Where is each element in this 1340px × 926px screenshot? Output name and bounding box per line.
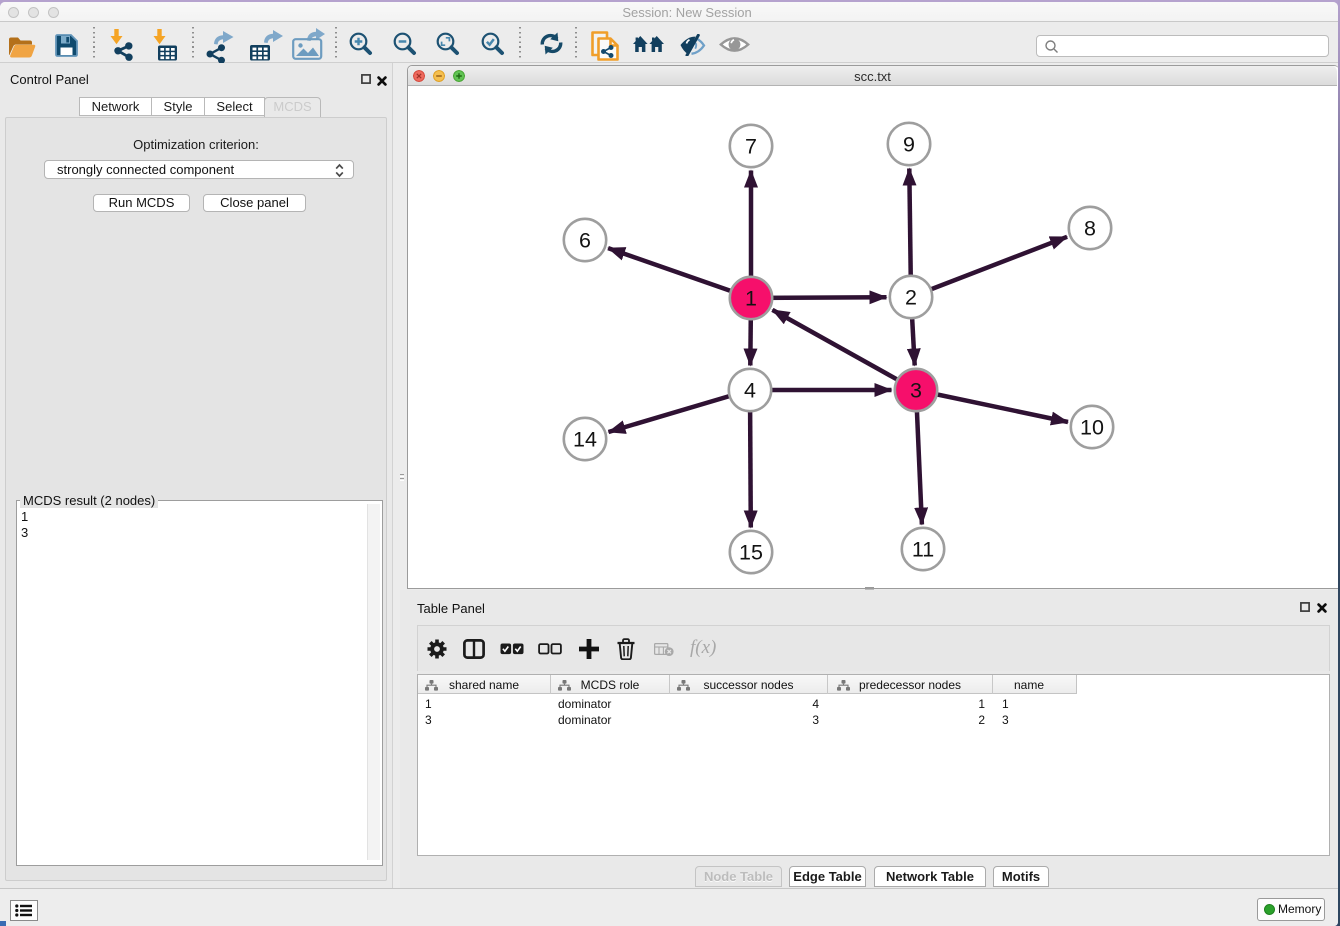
svg-text:9: 9 [903, 133, 915, 157]
svg-text:14: 14 [573, 428, 597, 452]
svg-text:4: 4 [744, 379, 756, 403]
svg-text:15: 15 [739, 541, 763, 565]
svg-text:6: 6 [579, 229, 591, 253]
svg-text:7: 7 [745, 135, 757, 159]
svg-text:3: 3 [910, 379, 922, 403]
svg-text:8: 8 [1084, 217, 1096, 241]
svg-text:10: 10 [1080, 416, 1104, 440]
svg-text:1: 1 [745, 287, 757, 311]
svg-text:11: 11 [912, 538, 934, 562]
svg-text:2: 2 [905, 286, 917, 310]
